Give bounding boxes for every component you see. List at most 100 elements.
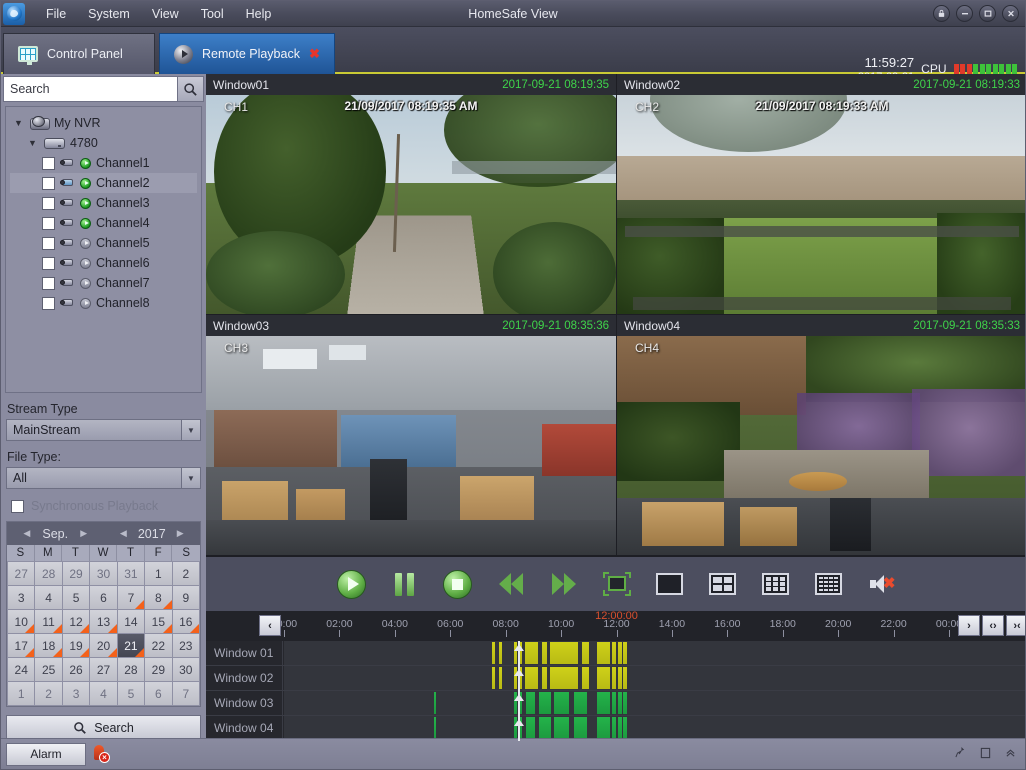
channel-row-6[interactable]: Channel6 [10, 253, 197, 273]
next-year-button[interactable]: ▶ [177, 528, 184, 539]
recording-segment[interactable] [618, 667, 622, 689]
tree-root-my-nvr[interactable]: ▼ My NVR [10, 113, 197, 133]
calendar-day-3[interactable]: 3 [63, 682, 89, 705]
recording-segment[interactable] [492, 667, 495, 689]
layout-16-button[interactable] [813, 569, 844, 600]
recording-segment[interactable] [582, 642, 589, 664]
channel-checkbox-2[interactable] [42, 177, 55, 190]
timeline-zoom-in-button[interactable]: ›‹ [1006, 615, 1026, 636]
recording-segment[interactable] [539, 717, 551, 739]
recording-segment[interactable] [525, 667, 537, 689]
calendar-day-30[interactable]: 30 [90, 562, 116, 585]
calendar-day-20[interactable]: 20 [90, 634, 116, 657]
recording-segment[interactable] [574, 692, 588, 714]
layout-1-button[interactable] [654, 569, 685, 600]
collapse-icon[interactable] [1005, 747, 1016, 762]
calendar-day-25[interactable]: 25 [35, 658, 61, 681]
calendar-day-7[interactable]: 7 [118, 586, 144, 609]
channel-row-1[interactable]: Channel1 [10, 153, 197, 173]
calendar-day-31[interactable]: 31 [118, 562, 144, 585]
calendar-day-27[interactable]: 27 [8, 562, 34, 585]
tab-control-panel[interactable]: Control Panel [3, 33, 155, 74]
tree-device-4780[interactable]: ▼ 4780 [10, 133, 197, 153]
channel-row-5[interactable]: Channel5 [10, 233, 197, 253]
recording-segment[interactable] [623, 717, 627, 739]
stop-button[interactable] [442, 569, 473, 600]
sync-playback-row[interactable]: Synchronous Playback [11, 499, 206, 513]
calendar-day-21[interactable]: 21 [118, 634, 144, 657]
minimize-button[interactable] [956, 5, 973, 22]
recording-segment[interactable] [597, 717, 609, 739]
timeline-prev-button[interactable]: ‹ [259, 615, 281, 636]
menu-item-file[interactable]: File [35, 4, 77, 24]
menu-item-tool[interactable]: Tool [190, 4, 235, 24]
calendar-day-12[interactable]: 12 [63, 610, 89, 633]
fullscreen-button[interactable] [601, 569, 632, 600]
recording-segment[interactable] [539, 692, 551, 714]
calendar-day-11[interactable]: 11 [35, 610, 61, 633]
calendar-day-23[interactable]: 23 [173, 634, 199, 657]
recording-segment[interactable] [612, 717, 616, 739]
calendar-day-26[interactable]: 26 [63, 658, 89, 681]
recording-segment[interactable] [499, 642, 502, 664]
channel-row-7[interactable]: Channel7 [10, 273, 197, 293]
next-month-button[interactable]: ▶ [80, 528, 87, 539]
tab-close-icon[interactable]: ✖ [309, 46, 320, 62]
recording-segment[interactable] [612, 692, 616, 714]
expand-chevron-icon[interactable]: ▼ [12, 118, 25, 128]
recording-segment[interactable] [550, 667, 578, 689]
menu-item-system[interactable]: System [77, 4, 141, 24]
layout-4-button[interactable] [707, 569, 738, 600]
recording-segment[interactable] [434, 717, 436, 739]
calendar-day-13[interactable]: 13 [90, 610, 116, 633]
recording-segment[interactable] [618, 717, 622, 739]
fast-forward-button[interactable] [548, 569, 579, 600]
calendar-day-8[interactable]: 8 [145, 586, 171, 609]
calendar-day-17[interactable]: 17 [8, 634, 34, 657]
timeline-track-2[interactable] [284, 666, 1026, 690]
calendar-day-15[interactable]: 15 [145, 610, 171, 633]
calendar-day-2[interactable]: 2 [173, 562, 199, 585]
calendar-day-24[interactable]: 24 [8, 658, 34, 681]
search-icon-button[interactable] [177, 76, 204, 102]
window-icon[interactable] [980, 747, 991, 762]
timeline-ruler[interactable]: 00:0002:0004:0006:0008:0010:0012:0014:00… [206, 611, 1026, 641]
recording-segment[interactable] [526, 692, 536, 714]
video-window-1[interactable]: Window01 2017-09-21 08:19:35 CH1 21/09/2… [206, 74, 616, 314]
recording-segment[interactable] [612, 667, 616, 689]
recording-segment[interactable] [623, 667, 627, 689]
calendar-day-1[interactable]: 1 [8, 682, 34, 705]
recording-segment[interactable] [542, 642, 548, 664]
timeline-row-3[interactable]: Window 03 [206, 691, 1026, 716]
calendar-day-1[interactable]: 1 [145, 562, 171, 585]
recording-segment[interactable] [550, 642, 578, 664]
video-window-4[interactable]: Window04 2017-09-21 08:35:33 [617, 315, 1026, 555]
calendar-day-9[interactable]: 9 [173, 586, 199, 609]
channel-row-3[interactable]: Channel3 [10, 193, 197, 213]
prev-month-button[interactable]: ◀ [23, 528, 30, 539]
close-button[interactable] [1002, 5, 1019, 22]
calendar-day-29[interactable]: 29 [145, 658, 171, 681]
calendar-day-27[interactable]: 27 [90, 658, 116, 681]
channel-checkbox-8[interactable] [42, 297, 55, 310]
recording-segment[interactable] [526, 717, 536, 739]
file-type-select[interactable]: All ▼ [6, 467, 201, 489]
calendar-day-22[interactable]: 22 [145, 634, 171, 657]
calendar-day-18[interactable]: 18 [35, 634, 61, 657]
calendar-day-19[interactable]: 19 [63, 634, 89, 657]
calendar-day-28[interactable]: 28 [35, 562, 61, 585]
alarm-button[interactable]: Alarm [6, 743, 86, 766]
recording-segment[interactable] [623, 692, 627, 714]
recording-segment[interactable] [554, 692, 569, 714]
chevron-down-icon[interactable]: ▼ [181, 420, 200, 440]
video-window-3-body[interactable]: CH3 [206, 336, 616, 555]
calendar-day-5[interactable]: 5 [63, 586, 89, 609]
calendar-day-2[interactable]: 2 [35, 682, 61, 705]
timeline-next-button[interactable]: › [958, 615, 980, 636]
layout-9-button[interactable] [760, 569, 791, 600]
recording-segment[interactable] [582, 667, 589, 689]
channel-row-4[interactable]: Channel4 [10, 213, 197, 233]
calendar-day-28[interactable]: 28 [118, 658, 144, 681]
prev-year-button[interactable]: ◀ [120, 528, 127, 539]
video-window-3[interactable]: Window03 2017-09-21 08:35:36 [206, 315, 616, 555]
